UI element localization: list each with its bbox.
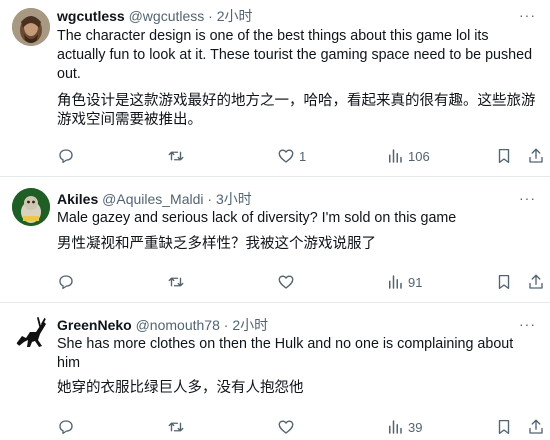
- like-button[interactable]: [277, 271, 299, 293]
- repost-icon: [168, 422, 184, 432]
- reply-icon: [59, 420, 73, 435]
- post-text: Male gazey and serious lack of diversity…: [57, 210, 457, 226]
- user-handle[interactable]: @nomouth78: [136, 317, 220, 333]
- more-options-icon[interactable]: ···: [519, 8, 536, 22]
- user-handle[interactable]: @Aquiles_Maldi: [102, 191, 203, 207]
- post-header: GreenNeko @nomouth78 · 2小时: [57, 316, 268, 334]
- reply-icon: [59, 149, 73, 164]
- share-icon: [529, 419, 543, 434]
- reply-icon: [59, 275, 73, 290]
- post-translation: 男性凝视和严重缺乏多样性？我被这个游戏说服了: [57, 236, 376, 252]
- post-2[interactable]: Akiles @Aquiles_Maldi · 3小时 ··· Male gaz…: [0, 177, 550, 302]
- reply-button[interactable]: [57, 271, 75, 293]
- timestamp[interactable]: 3小时: [216, 191, 252, 207]
- share-button[interactable]: [527, 145, 545, 167]
- repost-button[interactable]: [167, 271, 185, 293]
- repost-button[interactable]: [167, 416, 185, 438]
- display-name[interactable]: wgcutless: [57, 8, 125, 24]
- bookmark-button[interactable]: [495, 416, 513, 438]
- heart-icon: [278, 420, 294, 434]
- post-text: The character design is one of the best …: [57, 28, 533, 82]
- view-count: 39: [408, 419, 423, 435]
- bookmark-icon: [498, 419, 510, 435]
- separator-dot: ·: [207, 191, 213, 207]
- post-translation: 角色设计是这款游戏最好的地方之一，哈哈，看起来真的很有趣。这些旅游游戏空间需要被…: [57, 93, 536, 128]
- views-button[interactable]: 91: [386, 271, 422, 293]
- heart-icon: [278, 275, 294, 289]
- timestamp[interactable]: 2小时: [217, 8, 253, 24]
- view-count: 91: [408, 274, 423, 290]
- action-bar: 1 106: [57, 145, 545, 167]
- like-button[interactable]: [277, 416, 299, 438]
- reply-button[interactable]: [57, 416, 75, 438]
- repost-button[interactable]: [167, 145, 185, 167]
- share-icon: [529, 274, 543, 289]
- like-count: 1: [299, 148, 307, 164]
- views-button[interactable]: 39: [386, 416, 422, 438]
- avatar[interactable]: [12, 188, 50, 226]
- share-button[interactable]: [527, 271, 545, 293]
- bookmark-button[interactable]: [495, 271, 513, 293]
- more-options-icon[interactable]: ···: [519, 191, 536, 205]
- like-button[interactable]: 1: [277, 145, 306, 167]
- post-header: Akiles @Aquiles_Maldi · 3小时: [57, 190, 252, 208]
- post-1[interactable]: wgcutless @wgcutless · 2小时 ··· The chara…: [0, 0, 550, 172]
- action-bar: 91: [57, 271, 545, 293]
- repost-icon: [168, 151, 184, 161]
- avatar[interactable]: [12, 8, 50, 46]
- analytics-icon: [389, 420, 402, 434]
- timestamp[interactable]: 2小时: [232, 317, 268, 333]
- analytics-icon: [389, 275, 402, 289]
- repost-icon: [168, 277, 184, 287]
- action-bar: 39: [57, 416, 545, 438]
- post-header: wgcutless @wgcutless · 2小时: [57, 7, 253, 25]
- post-3[interactable]: GreenNeko @nomouth78 · 2小时 ··· She has m…: [0, 303, 550, 440]
- reply-button[interactable]: [57, 145, 75, 167]
- share-button[interactable]: [527, 416, 545, 438]
- avatar[interactable]: [12, 312, 50, 350]
- display-name[interactable]: GreenNeko: [57, 317, 132, 333]
- post-text: She has more clothes on then the Hulk an…: [57, 336, 514, 371]
- heart-icon: [278, 149, 294, 163]
- separator-dot: ·: [223, 317, 229, 333]
- more-options-icon[interactable]: ···: [519, 317, 536, 331]
- share-icon: [529, 148, 543, 163]
- views-button[interactable]: 106: [386, 145, 430, 167]
- separator-dot: ·: [208, 8, 213, 24]
- analytics-icon: [389, 149, 402, 163]
- bookmark-icon: [498, 274, 510, 290]
- bookmark-button[interactable]: [495, 145, 513, 167]
- view-count: 106: [408, 148, 430, 164]
- user-handle[interactable]: @wgcutless: [129, 8, 205, 24]
- display-name[interactable]: Akiles: [57, 191, 98, 207]
- post-translation: 她穿的衣服比绿巨人多，没有人抱怨他: [57, 380, 304, 396]
- bookmark-icon: [498, 148, 510, 164]
